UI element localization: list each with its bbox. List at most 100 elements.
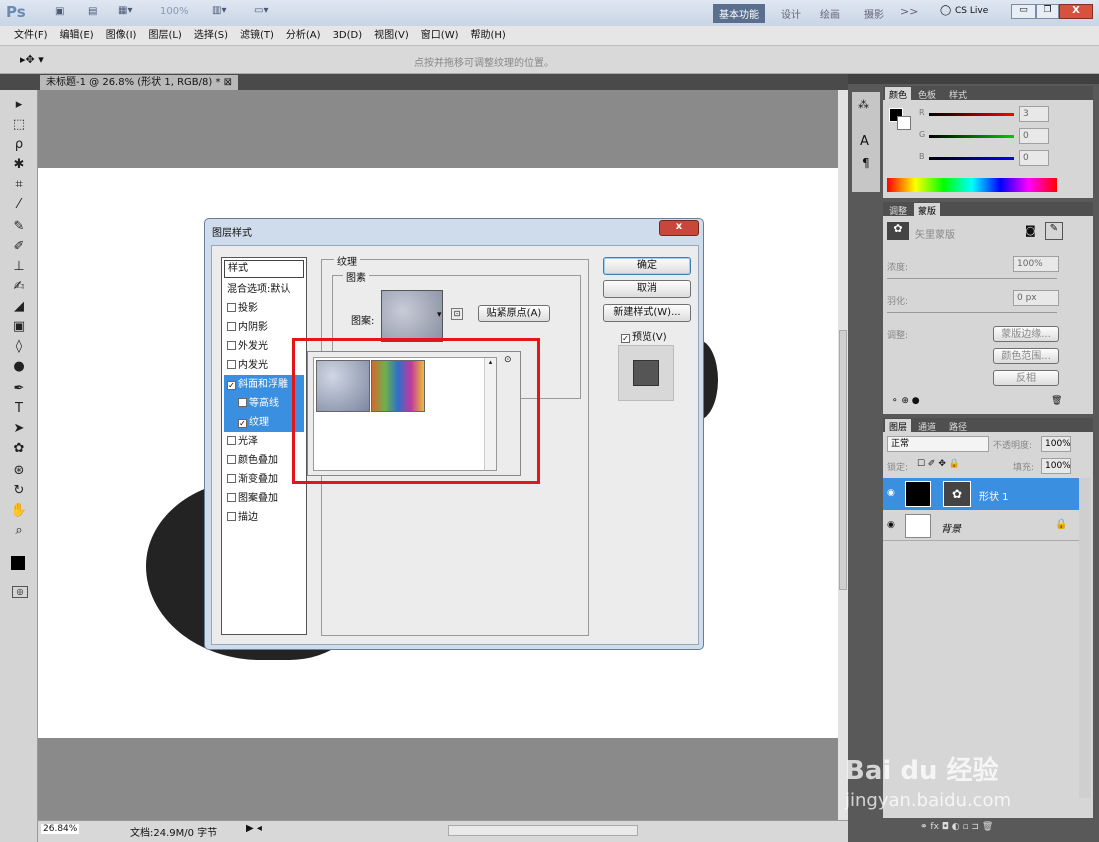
layer-footer-icons[interactable]: ⚭ fx ◘ ◐ ▫ ⊐ 🗑 (920, 822, 993, 832)
lock-icons[interactable]: ☐ ✐ ✥ 🔒 (917, 459, 960, 469)
style-stroke[interactable]: 描边 (224, 508, 304, 527)
workspace-photography[interactable]: 摄影 (864, 6, 884, 21)
fill-value[interactable]: 100% (1041, 458, 1071, 474)
checkbox-checked-icon[interactable]: ✓ (238, 419, 247, 428)
checkbox-icon[interactable] (227, 360, 236, 369)
mask-edge-button[interactable]: 蒙版边缘... (993, 326, 1059, 342)
pattern-picker[interactable] (381, 290, 443, 342)
horizontal-scroll-thumb[interactable] (448, 825, 638, 836)
shape-tool-icon[interactable]: ✿ (10, 440, 28, 458)
bridge-icon[interactable]: ▣ (55, 6, 64, 17)
close-tab-icon[interactable]: ⊠ (224, 77, 232, 88)
checkbox-icon[interactable] (227, 303, 236, 312)
eyedropper-tool-icon[interactable]: ⁄ (10, 196, 28, 214)
tab-swatches[interactable]: 色板 (914, 87, 940, 102)
vector-mask-add-icon[interactable]: ✎ (1045, 222, 1063, 240)
style-inner-shadow[interactable]: 内阴影 (224, 318, 304, 337)
checkbox-icon[interactable] (238, 398, 247, 407)
b-slider[interactable] (929, 157, 1014, 160)
density-value[interactable]: 100% (1013, 256, 1059, 272)
preview-checkbox[interactable]: ✓ 预览(V) (621, 328, 667, 343)
checkbox-icon[interactable] (227, 322, 236, 331)
cs-live-icon[interactable]: ◯ (940, 5, 951, 16)
color-spectrum[interactable] (887, 178, 1057, 192)
checkbox-checked-icon[interactable]: ✓ (227, 381, 236, 390)
3d-orbit-tool-icon[interactable]: ↻ (10, 482, 28, 500)
opacity-value[interactable]: 100% (1041, 436, 1071, 452)
style-drop-shadow[interactable]: 投影 (224, 299, 304, 318)
checkbox-icon[interactable] (227, 455, 236, 464)
close-button[interactable]: X (1059, 4, 1093, 19)
layer-name[interactable]: 形状 1 (979, 488, 1009, 503)
styles-header[interactable]: 样式 (224, 260, 304, 278)
g-slider[interactable] (929, 135, 1014, 138)
tab-paths[interactable]: 路径 (945, 419, 971, 434)
lasso-tool-icon[interactable]: ρ (10, 136, 28, 154)
g-value[interactable]: 0 (1019, 128, 1049, 144)
workspace-painting[interactable]: 绘画 (820, 6, 840, 21)
quick-mask-icon[interactable]: ◎ (12, 586, 28, 598)
color-range-button[interactable]: 颜色范围... (993, 348, 1059, 364)
foreground-color-swatch[interactable] (11, 556, 25, 570)
load-selection-icon[interactable]: ⚬ ⊕ ● (891, 396, 920, 406)
gradient-tool-icon[interactable]: ▣ (10, 318, 28, 336)
more-workspaces[interactable]: >> (900, 5, 918, 18)
b-value[interactable]: 0 (1019, 150, 1049, 166)
menu-select[interactable]: 选择(S) (194, 26, 228, 46)
tab-channels[interactable]: 通道 (914, 419, 940, 434)
tab-adjustments[interactable]: 调整 (885, 203, 911, 218)
menu-layer[interactable]: 图层(L) (148, 26, 181, 46)
arrange-icon[interactable]: ▥▾ (212, 5, 226, 16)
eye-icon[interactable]: ◉ (887, 520, 895, 530)
cs-live[interactable]: CS Live (955, 6, 988, 16)
stamp-tool-icon[interactable]: ⊥ (10, 258, 28, 276)
tab-layers[interactable]: 图层 (885, 419, 912, 434)
style-pattern-overlay[interactable]: 图案叠加 (224, 489, 304, 508)
status-menu-icon[interactable]: ▶ ◂ (246, 823, 262, 834)
quick-select-tool-icon[interactable]: ✱ (10, 156, 28, 174)
dialog-close-button[interactable]: x (659, 220, 699, 236)
marquee-tool-icon[interactable]: ⬚ (10, 116, 28, 134)
ok-button[interactable]: 确定 (603, 257, 691, 275)
tab-color[interactable]: 颜色 (885, 87, 912, 102)
extras-icon[interactable]: ▦▾ (118, 5, 132, 16)
feather-slider[interactable] (887, 312, 1057, 313)
move-tool-preset-icon[interactable]: ▸✥ ▾ (20, 53, 44, 66)
path-select-tool-icon[interactable]: ➤ (10, 420, 28, 438)
brush-tool-icon[interactable]: ✐ (10, 238, 28, 256)
layer-row-background[interactable]: ◉ 背景 🔒 (883, 511, 1079, 541)
tab-styles[interactable]: 样式 (945, 87, 971, 102)
3d-rotate-tool-icon[interactable]: ⊛ (10, 462, 28, 480)
bg-color-chip[interactable] (897, 116, 911, 130)
minimize-button[interactable]: ▭ (1011, 4, 1036, 19)
pen-tool-icon[interactable]: ✒ (10, 380, 28, 398)
workspace-design[interactable]: 设计 (781, 6, 801, 21)
history-icon[interactable]: ⁂ (858, 98, 869, 111)
checkbox-icon[interactable] (227, 474, 236, 483)
menu-view[interactable]: 视图(V) (374, 26, 409, 46)
document-tab[interactable]: 未标题-1 @ 26.8% (形状 1, RGB/8) * ⊠ (40, 75, 239, 90)
restore-button[interactable]: ❐ (1036, 4, 1059, 19)
layer-name[interactable]: 背景 (941, 520, 961, 535)
blend-options[interactable]: 混合选项:默认 (224, 280, 304, 299)
checkbox-icon[interactable] (227, 493, 236, 502)
crop-tool-icon[interactable]: ⌗ (10, 176, 28, 194)
chevron-down-icon[interactable]: ▾ (437, 310, 442, 320)
menu-edit[interactable]: 编辑(E) (60, 26, 94, 46)
mini-bridge-icon[interactable]: ▤ (88, 6, 97, 17)
invert-button[interactable]: 反相 (993, 370, 1059, 386)
feather-value[interactable]: 0 px (1013, 290, 1059, 306)
blend-mode-select[interactable]: 正常 (887, 436, 989, 452)
cancel-button[interactable]: 取消 (603, 280, 691, 298)
r-value[interactable]: 3 (1019, 106, 1049, 122)
paragraph-icon[interactable]: ¶ (862, 156, 870, 170)
density-slider[interactable] (887, 278, 1057, 279)
checkbox-icon[interactable] (227, 512, 236, 521)
blur-tool-icon[interactable]: ◊ (10, 338, 28, 356)
menu-image[interactable]: 图像(I) (106, 26, 137, 46)
screen-mode-icon[interactable]: ▭▾ (254, 5, 268, 16)
snap-origin-button[interactable]: 贴紧原点(A) (478, 305, 550, 322)
eye-icon[interactable]: ◉ (887, 488, 895, 498)
history-brush-icon[interactable]: ✍ (10, 278, 28, 296)
menu-window[interactable]: 窗口(W) (421, 26, 459, 46)
